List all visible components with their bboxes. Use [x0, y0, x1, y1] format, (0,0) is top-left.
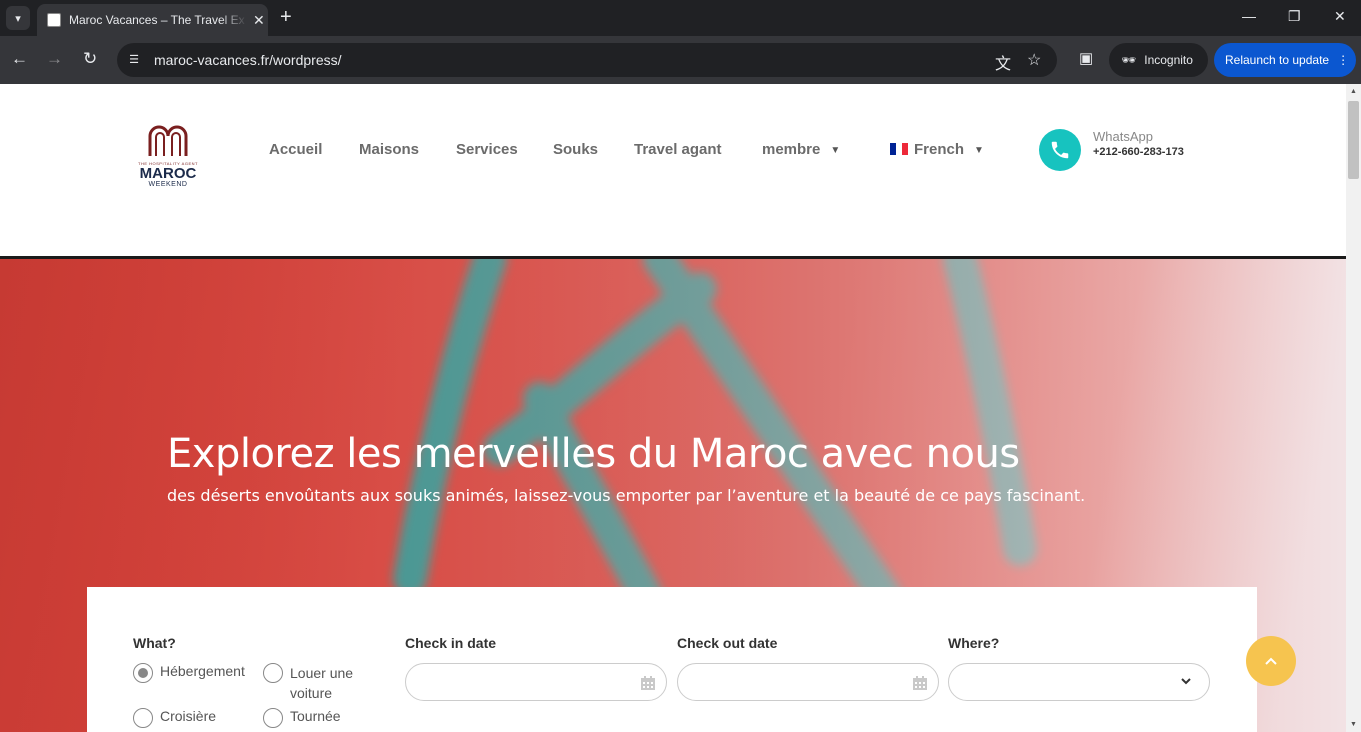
browser-toolbar: ← → ↻ ☰ maroc-vacances.fr/wordpress/ 文 ☆… — [0, 36, 1361, 84]
calendar-icon[interactable] — [640, 675, 656, 691]
scroll-to-top-button[interactable] — [1246, 636, 1296, 686]
radio-hebergement[interactable]: Hébergement — [133, 663, 245, 683]
scroll-down-arrow-icon[interactable]: ▼ — [1346, 717, 1361, 732]
url-text[interactable]: maroc-vacances.fr/wordpress/ — [154, 52, 342, 68]
phone-icon[interactable] — [1039, 129, 1081, 171]
nav-membre-label: membre — [762, 141, 821, 158]
page-scrollbar[interactable]: ▲ ▼ — [1346, 84, 1361, 732]
radio-label: Tournée — [290, 708, 341, 724]
site-logo[interactable]: THE HOSPITALITY AGENT MAROC WEEKEND — [138, 122, 198, 190]
address-bar[interactable]: ☰ maroc-vacances.fr/wordpress/ 文 ☆ — [117, 43, 1057, 77]
where-label: Where? — [948, 635, 1000, 651]
what-label: What? — [133, 635, 176, 651]
radio-tournee[interactable]: Tournée — [263, 708, 341, 728]
tab-close-icon[interactable]: ✕ — [253, 12, 265, 29]
radio-selected[interactable] — [133, 663, 153, 683]
side-panel-icon[interactable]: ▣ — [1079, 49, 1093, 69]
incognito-badge[interactable]: 🕶 Incognito — [1109, 43, 1208, 77]
whatsapp-label: WhatsApp — [1093, 129, 1153, 144]
browser-tabbar: ▾ Maroc Vacances – The Travel Ex ✕ + — ❐… — [0, 0, 1361, 36]
favicon-icon — [47, 13, 61, 27]
nav-travel-agant[interactable]: Travel agant — [634, 141, 722, 158]
forward-button[interactable]: → — [46, 49, 63, 69]
radio-label: Louer une voiture — [290, 665, 354, 701]
incognito-label: Incognito — [1144, 53, 1193, 67]
restore-button[interactable]: ❐ — [1288, 8, 1301, 25]
where-select[interactable] — [948, 663, 1210, 701]
language-label: French — [914, 141, 965, 158]
whatsapp-number[interactable]: +212-660-283-173 — [1093, 146, 1184, 158]
browser-tab[interactable]: Maroc Vacances – The Travel Ex ✕ — [37, 4, 268, 36]
hero-title: Explorez les merveilles du Maroc avec no… — [167, 431, 1020, 477]
arch-logo-icon — [148, 125, 188, 156]
radio-croisiere[interactable]: Croisière — [133, 708, 216, 728]
radio-louer-voiture[interactable]: Louer une voiture — [263, 663, 363, 703]
nav-services[interactable]: Services — [456, 141, 518, 158]
caret-down-icon: ▼ — [830, 144, 841, 156]
incognito-icon: 🕶 — [1121, 53, 1137, 67]
chevron-down-icon — [1181, 678, 1191, 685]
minimize-button[interactable]: — — [1242, 8, 1256, 24]
scroll-thumb[interactable] — [1348, 101, 1359, 179]
caret-down-icon: ▼ — [974, 144, 984, 156]
scroll-up-arrow-icon[interactable]: ▲ — [1346, 84, 1361, 99]
radio-label: Croisière — [160, 708, 217, 724]
site-header: THE HOSPITALITY AGENT MAROC WEEKEND Accu… — [0, 84, 1346, 259]
translate-icon[interactable]: 文 — [995, 50, 1011, 74]
radio-unselected[interactable] — [263, 663, 283, 683]
hero-subtitle: des déserts envoûtants aux souks animés,… — [167, 486, 1086, 505]
nav-membre[interactable]: membre ▼ — [762, 141, 840, 158]
radio-unselected[interactable] — [263, 708, 283, 728]
nav-accueil[interactable]: Accueil — [269, 141, 322, 158]
relaunch-button[interactable]: Relaunch to update ⋮ — [1214, 43, 1356, 77]
chevron-up-icon — [1265, 657, 1277, 665]
logo-sub-text: WEEKEND — [148, 181, 188, 188]
close-window-button[interactable]: ✕ — [1334, 8, 1346, 25]
reload-button[interactable]: ↻ — [83, 49, 97, 69]
tab-search-button[interactable]: ▾ — [6, 6, 30, 30]
france-flag-icon — [890, 143, 908, 155]
calendar-icon[interactable] — [912, 675, 928, 691]
checkout-label: Check out date — [677, 635, 778, 651]
checkout-date-input[interactable] — [677, 663, 939, 701]
nav-souks[interactable]: Souks — [553, 141, 598, 158]
bookmark-star-icon[interactable]: ☆ — [1027, 50, 1041, 70]
checkin-date-input[interactable] — [405, 663, 667, 701]
tab-title: Maroc Vacances – The Travel Ex — [69, 13, 245, 27]
search-form: What? Hébergement Louer une voiture Croi… — [87, 587, 1257, 732]
more-menu-icon[interactable]: ⋮ — [1337, 53, 1349, 67]
back-button[interactable]: ← — [11, 49, 28, 69]
radio-label: Hébergement — [160, 663, 245, 679]
new-tab-button[interactable]: + — [280, 7, 292, 27]
nav-maisons[interactable]: Maisons — [359, 141, 419, 158]
language-switcher[interactable]: French ▼ — [890, 141, 984, 158]
site-info-icon[interactable]: ☰ — [125, 51, 143, 69]
logo-main-text: MAROC — [139, 165, 197, 182]
relaunch-label: Relaunch to update — [1225, 53, 1330, 67]
radio-unselected[interactable] — [133, 708, 153, 728]
checkin-label: Check in date — [405, 635, 497, 651]
